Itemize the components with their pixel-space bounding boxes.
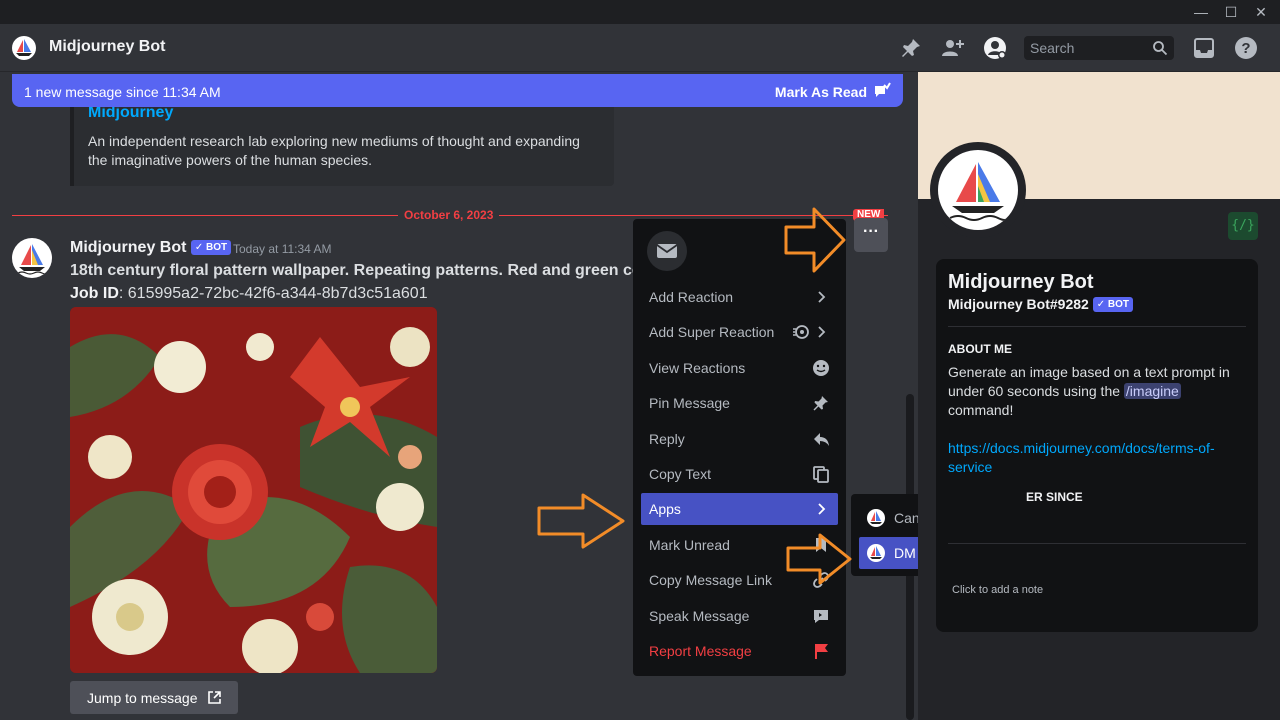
annotation-arrow-icon	[784, 207, 846, 273]
floral-pattern-image	[70, 307, 437, 673]
avatar[interactable]	[12, 238, 52, 278]
message-context-menu: Add Reaction Add Super Reaction View Rea…	[633, 219, 846, 676]
channel-header: Midjourney Bot Search ?	[0, 24, 1280, 72]
window-titlebar: — ☐ ✕	[0, 0, 1280, 24]
menu-item-report-message[interactable]: Report Message	[641, 635, 838, 667]
generated-image[interactable]	[70, 307, 437, 673]
menu-item-pin-message[interactable]: Pin Message	[641, 387, 838, 419]
profile-panel: {/} Midjourney Bot Midjourney Bot#9282 ✓…	[918, 72, 1280, 720]
avatar	[867, 509, 885, 527]
jump-to-message-button[interactable]: Jump to message	[70, 681, 238, 714]
sailboat-icon	[17, 244, 49, 275]
speak-icon	[814, 610, 828, 623]
more-options-button[interactable]: ···	[854, 218, 888, 252]
smiley-icon	[813, 360, 829, 376]
imagine-command[interactable]: /imagine	[1123, 383, 1181, 399]
note-input[interactable]: Click to add a note	[952, 584, 1043, 596]
annotation-arrow-icon	[537, 493, 625, 549]
annotation-arrow-icon	[786, 533, 852, 585]
close-button[interactable]: ✕	[1246, 2, 1276, 22]
embed-description: An independent research lab exploring ne…	[88, 133, 580, 168]
search-input[interactable]: Search	[1024, 36, 1174, 60]
super-reaction-icon	[793, 325, 809, 339]
help-icon[interactable]: ?	[1234, 36, 1258, 60]
divider	[948, 326, 1246, 327]
sailboat-icon	[16, 39, 32, 56]
bot-tag: ✓ BOT	[1092, 297, 1133, 312]
divider	[948, 543, 1246, 544]
menu-item-copy-text[interactable]: Copy Text	[641, 458, 838, 490]
message-author[interactable]: Midjourney Bot ✓ BOT	[70, 239, 232, 257]
menu-item-speak-message[interactable]: Speak Message	[641, 600, 838, 632]
sailboat-icon	[949, 162, 1009, 221]
message-prompt: 18th century floral pattern wallpaper. R…	[70, 262, 640, 279]
profile-tag: Midjourney Bot#9282 ✓ BOT	[948, 296, 1133, 312]
profile-name: Midjourney Bot	[948, 271, 1094, 293]
about-me-text: Generate an image based on a text prompt…	[948, 364, 1230, 418]
mark-read-icon	[875, 82, 891, 97]
pin-icon	[813, 396, 828, 411]
flag-icon	[815, 644, 828, 659]
code-badge-icon[interactable]: {/}	[1228, 212, 1258, 240]
menu-item-add-super-reaction[interactable]: Add Super Reaction	[641, 316, 838, 348]
page-title: Midjourney Bot	[49, 38, 166, 55]
message-job-id: Job ID: 615995a2-72bc-42f6-a344-8b7d3c51…	[70, 285, 428, 302]
terms-link[interactable]: https://docs.midjourney.com/docs/terms-o…	[948, 439, 1238, 477]
message-timestamp: Today at 11:34 AM	[233, 242, 332, 256]
chevron-right-icon	[818, 503, 826, 515]
svg-text:?: ?	[1241, 40, 1250, 57]
add-friend-icon[interactable]	[941, 36, 965, 60]
copy-icon	[813, 466, 829, 483]
about-me-heading: ABOUT ME	[948, 342, 1012, 356]
profile-card: Midjourney Bot Midjourney Bot#9282 ✓ BOT…	[936, 259, 1258, 632]
sailboat-icon	[870, 546, 882, 559]
menu-item-reply[interactable]: Reply	[641, 423, 838, 455]
new-messages-bar[interactable]: 1 new message since 11:34 AM Mark As Rea…	[12, 74, 903, 107]
menu-item-apps[interactable]: Apps	[641, 493, 838, 525]
bot-tag: ✓ BOT	[190, 240, 232, 255]
quick-action-button[interactable]	[647, 231, 687, 271]
mark-as-read-button[interactable]: Mark As Read	[775, 84, 867, 100]
avatar[interactable]	[938, 150, 1018, 230]
menu-item-view-reactions[interactable]: View Reactions	[641, 352, 838, 384]
profile-icon[interactable]	[983, 36, 1007, 60]
avatar	[867, 544, 885, 562]
pin-icon[interactable]	[899, 36, 923, 60]
external-link-icon	[208, 691, 221, 704]
search-icon	[1153, 41, 1168, 56]
maximize-button[interactable]: ☐	[1216, 2, 1246, 22]
minimize-button[interactable]: —	[1186, 2, 1216, 22]
inbox-icon[interactable]	[1192, 36, 1216, 60]
avatar[interactable]	[12, 36, 36, 60]
new-messages-text: 1 new message since 11:34 AM	[24, 84, 221, 100]
sailboat-icon	[870, 511, 882, 524]
chevron-right-icon	[818, 291, 826, 303]
reply-icon	[814, 433, 829, 446]
envelope-icon	[656, 244, 678, 258]
member-since-heading: ER SINCE	[1026, 490, 1083, 504]
embed-card: Midjourney An independent research lab e…	[70, 102, 614, 186]
menu-item-add-reaction[interactable]: Add Reaction	[641, 281, 838, 313]
chevron-right-icon	[818, 326, 826, 338]
divider-date: October 6, 2023	[398, 208, 500, 222]
